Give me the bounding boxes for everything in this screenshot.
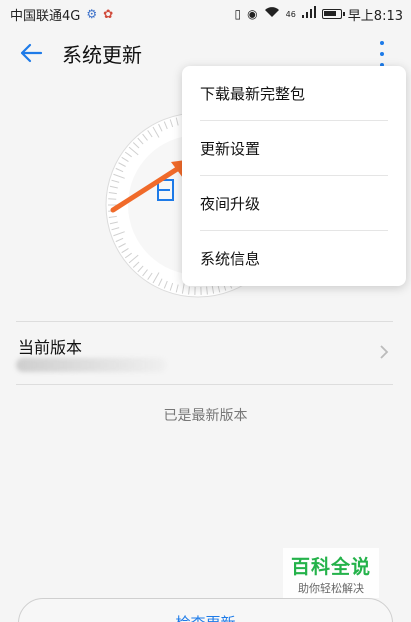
current-version-row[interactable]: 当前版本 <box>16 321 393 385</box>
status-left: 中国联通4G ⚙ ✿ <box>10 5 113 24</box>
vibrate-icon: ▯ <box>234 7 242 21</box>
back-button[interactable] <box>0 28 62 78</box>
status-bar: 中国联通4G ⚙ ✿ ▯ ◉ 46 早上8:13 <box>0 0 411 28</box>
status-right: ▯ ◉ 46 早上8:13 <box>235 5 403 24</box>
carrier-text: 中国联通4G <box>10 8 81 24</box>
notification-icon-2: ✿ <box>103 7 114 21</box>
dial-tick <box>108 210 117 212</box>
more-options-button[interactable] <box>375 41 389 67</box>
watermark-logo: 百科全说 助你轻松解决 <box>283 548 379 598</box>
wifi-icon <box>264 6 280 22</box>
back-arrow-icon <box>20 43 43 63</box>
watermark-subtitle: 助你轻松解决 <box>298 582 364 595</box>
status-time: 早上8:13 <box>347 8 403 24</box>
menu-item-update-settings[interactable]: 更新设置 <box>200 121 388 176</box>
battery-icon <box>321 9 345 19</box>
version-number-redacted <box>16 358 166 372</box>
eye-icon: ◉ <box>247 7 258 21</box>
chevron-right-icon <box>380 345 389 359</box>
notification-icon: ⚙ <box>86 7 98 21</box>
check-update-button[interactable]: 检查更新 <box>18 598 393 622</box>
menu-item-night-upgrade[interactable]: 夜间升级 <box>200 176 388 231</box>
network-badge: 46 <box>285 9 296 19</box>
dial-tick <box>108 198 117 200</box>
menu-item-download-full-package[interactable]: 下载最新完整包 <box>200 66 388 121</box>
more-vert-icon <box>380 41 384 45</box>
up-to-date-text: 已是最新版本 <box>163 408 248 424</box>
overflow-menu: 下载最新完整包 更新设置 夜间升级 系统信息 <box>182 66 406 286</box>
current-version-label: 当前版本 <box>18 338 83 357</box>
signal-icon <box>301 6 316 22</box>
watermark-title: 百科全说 <box>290 556 371 578</box>
menu-item-system-info[interactable]: 系统信息 <box>200 231 388 286</box>
page-title: 系统更新 <box>62 42 142 67</box>
